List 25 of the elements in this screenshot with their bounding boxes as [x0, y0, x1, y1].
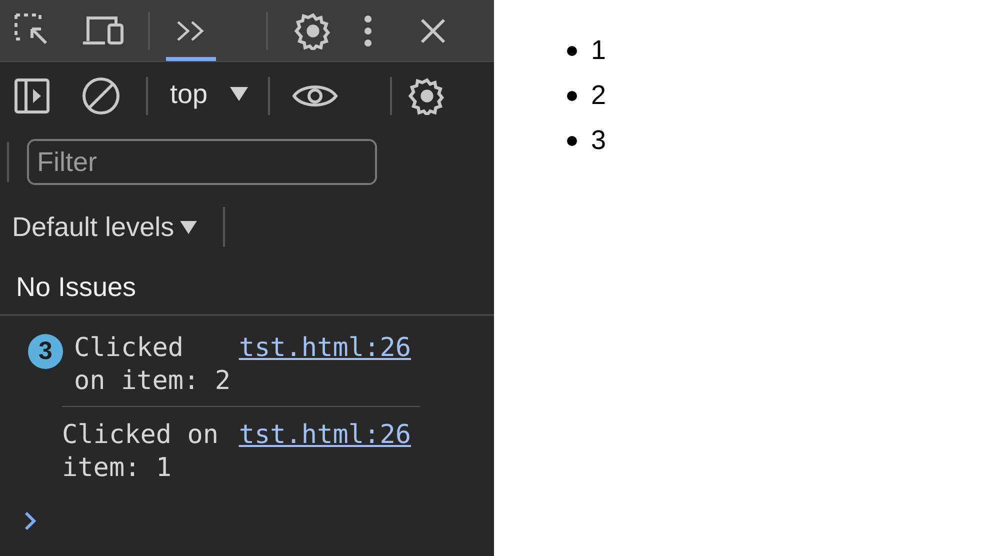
bullet-icon	[567, 46, 577, 56]
source-link[interactable]: tst.html:26	[238, 332, 411, 365]
list-item: 1	[591, 34, 606, 68]
repeat-count-badge: 3	[28, 334, 63, 369]
log-message: Clicked on item: 2	[74, 333, 231, 396]
log-levels-dropdown[interactable]: Default levels	[12, 214, 198, 240]
device-toolbar-icon[interactable]	[82, 14, 124, 46]
more-options-icon[interactable]	[364, 14, 372, 46]
bullet-icon	[567, 136, 577, 146]
issues-status: No Issues	[16, 270, 136, 304]
source-link[interactable]: tst.html:26	[238, 419, 411, 452]
prompt-chevron-icon[interactable]	[24, 511, 36, 531]
list-item: 2	[591, 79, 606, 112]
settings-icon[interactable]	[294, 12, 332, 50]
list-item: 3	[591, 124, 606, 158]
close-icon[interactable]	[420, 18, 446, 44]
dropdown-caret-icon	[230, 87, 248, 101]
sidebar-toggle-icon[interactable]	[14, 78, 50, 114]
bullet-icon	[567, 90, 577, 100]
log-message: Clicked on item: 1	[62, 420, 219, 483]
dropdown-caret-icon	[180, 220, 198, 234]
settings-icon[interactable]	[408, 77, 446, 115]
context-dropdown[interactable]: top	[170, 80, 248, 112]
filter-field[interactable]: Filter	[27, 139, 377, 185]
clear-console-icon[interactable]	[82, 77, 120, 115]
